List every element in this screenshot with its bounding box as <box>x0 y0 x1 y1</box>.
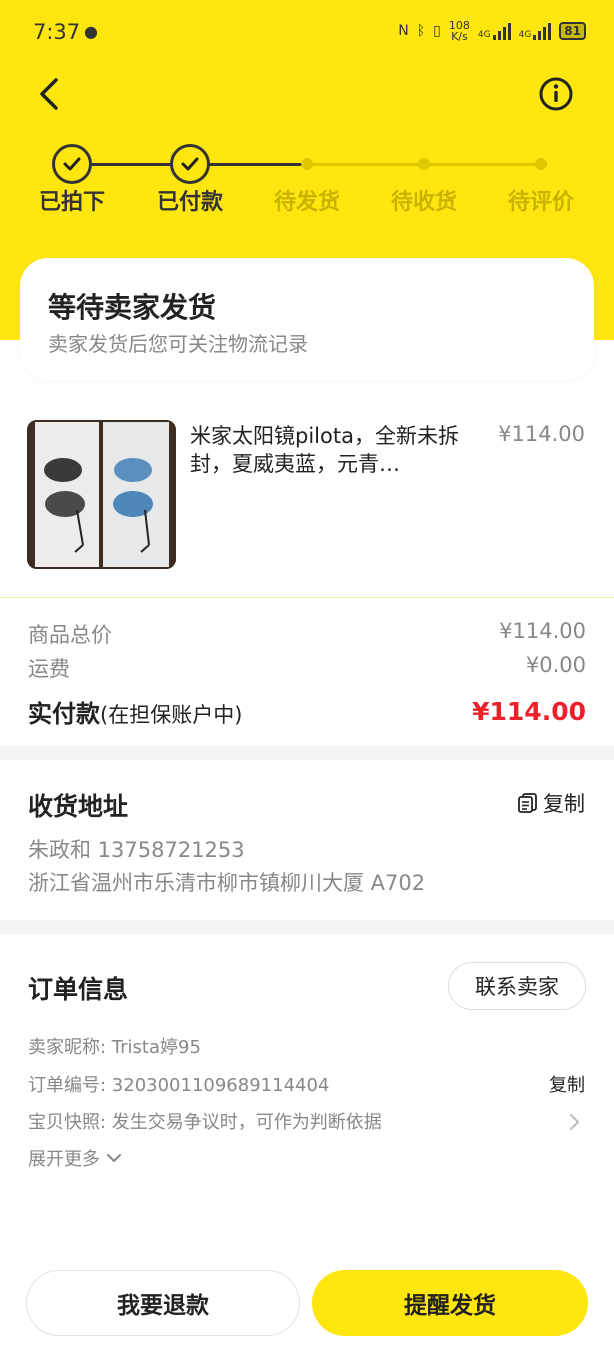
step-label-to-receive: 待收货 <box>374 184 474 216</box>
product-title[interactable]: 米家太阳镜pilota，全新未拆封，夏威夷蓝，元青… <box>190 422 480 478</box>
item-snapshot-link[interactable]: 宝贝快照: 发生交易争议时，可作为判断依据 <box>28 1108 382 1134</box>
order-status-card: 等待卖家发货 卖家发货后您可关注物流记录 <box>20 258 594 380</box>
order-status-title: 等待卖家发货 <box>48 286 216 326</box>
step-connector <box>424 163 541 166</box>
sunglasses-product-photo <box>27 420 176 569</box>
step-label-to-ship: 待发货 <box>257 184 357 216</box>
address-title: 收货地址 <box>28 787 128 823</box>
product-image[interactable] <box>27 420 176 569</box>
paid-total-row: 实付款(在担保账户中) ¥114.00 <box>28 694 586 729</box>
step-done-check-icon <box>170 144 210 184</box>
signal-1: 4G <box>478 22 511 40</box>
order-number: 订单编号: 3203001109689114404 <box>28 1071 329 1097</box>
recipient-name-phone: 朱政和 13758721253 <box>28 834 245 864</box>
network-speed: 108K/s <box>449 20 470 42</box>
shipping-label: 运费 <box>28 653 70 683</box>
seller-nickname: 卖家昵称: Trista婷95 <box>28 1033 201 1059</box>
status-bar: 7:37 ● N ᛒ ▯ 108K/s 4G 4G 81 <box>0 0 614 64</box>
step-pending-dot <box>418 158 430 170</box>
step-pending-dot <box>301 158 313 170</box>
bluetooth-icon: ᛒ <box>417 23 425 39</box>
shipping-value: ¥0.00 <box>526 653 586 683</box>
step-done-check-icon <box>52 144 92 184</box>
status-left-icons: ● <box>84 22 104 41</box>
status-time: 7:37 <box>33 20 80 44</box>
vibrate-icon: ▯ <box>433 23 441 39</box>
battery-icon: 81 <box>559 22 586 40</box>
info-button[interactable] <box>536 74 576 114</box>
step-connector <box>307 163 424 166</box>
divider <box>0 597 614 598</box>
section-gap <box>0 920 614 934</box>
copy-address-label: 复制 <box>543 788 585 818</box>
copy-address-button[interactable]: 复制 <box>517 788 585 818</box>
contact-seller-button[interactable]: 联系卖家 <box>448 962 586 1010</box>
expand-more-label: 展开更多 <box>28 1145 100 1171</box>
copy-icon <box>517 792 539 814</box>
step-label-to-review: 待评价 <box>491 184 591 216</box>
signal-2: 4G <box>519 22 552 40</box>
paid-value: ¥114.00 <box>472 697 586 726</box>
chevron-down-icon <box>106 1152 122 1164</box>
signal-bars-icon <box>533 22 551 40</box>
leaf-icon: ● <box>84 22 104 41</box>
chevron-left-icon <box>30 74 70 114</box>
shipping-row: 运费 ¥0.00 <box>28 653 586 683</box>
step-label-ordered: 已拍下 <box>22 184 122 216</box>
nfc-icon: N <box>398 23 408 39</box>
order-info-title: 订单信息 <box>28 970 128 1006</box>
step-pending-dot <box>535 158 547 170</box>
goods-total-row: 商品总价 ¥114.00 <box>28 619 586 649</box>
request-refund-button[interactable]: 我要退款 <box>26 1270 300 1336</box>
copy-order-number-button[interactable]: 复制 <box>549 1071 585 1097</box>
expand-more-button[interactable]: 展开更多 <box>28 1145 122 1171</box>
status-right-icons: N ᛒ ▯ 108K/s 4G 4G 81 <box>398 20 586 42</box>
back-button[interactable] <box>30 74 70 114</box>
step-label-paid: 已付款 <box>140 184 240 216</box>
chevron-right-icon[interactable] <box>568 1112 582 1132</box>
order-status-subtitle: 卖家发货后您可关注物流记录 <box>48 328 308 357</box>
product-item[interactable]: 米家太阳镜pilota，全新未拆封，夏威夷蓝，元青… ¥114.00 <box>0 420 614 580</box>
recipient-address: 浙江省温州市乐清市柳市镇柳川大厦 A702 <box>28 867 425 897</box>
product-price: ¥114.00 <box>498 422 585 446</box>
remind-shipping-button[interactable]: 提醒发货 <box>312 1270 588 1336</box>
paid-label: 实付款(在担保账户中) <box>28 694 242 729</box>
goods-total-label: 商品总价 <box>28 619 112 649</box>
goods-total-value: ¥114.00 <box>499 619 586 649</box>
order-progress-steps: 已拍下 已付款 待发货 待收货 待评价 <box>0 144 614 224</box>
section-gap <box>0 746 614 760</box>
info-circle-icon <box>536 74 576 114</box>
signal-bars-icon <box>493 22 511 40</box>
